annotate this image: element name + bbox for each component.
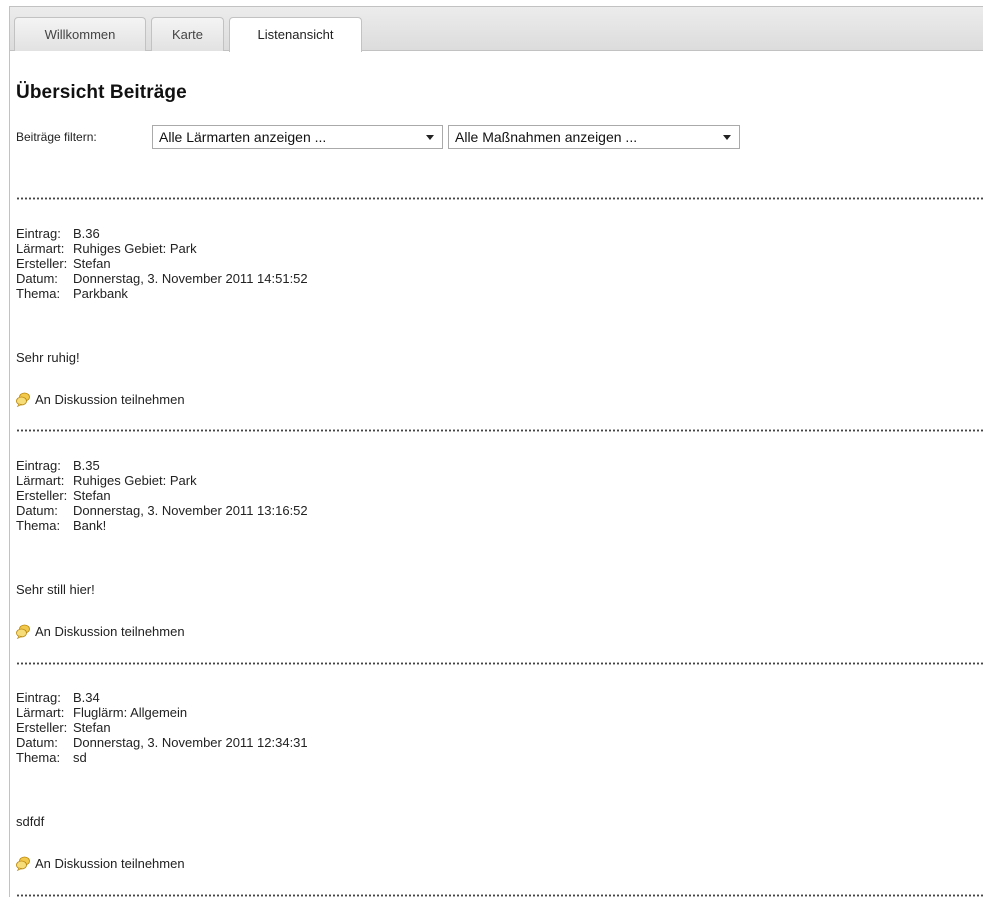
meta-row-date: Datum: Donnerstag, 3. November 2011 12:34… [16, 735, 308, 750]
meta-row-date: Datum: Donnerstag, 3. November 2011 14:51… [16, 271, 308, 286]
entry-noise: Fluglärm: Allgemein [73, 705, 188, 720]
entry-date: Donnerstag, 3. November 2011 13:16:52 [73, 503, 308, 518]
noise-type-select[interactable]: Alle Lärmarten anzeigen ... [152, 125, 443, 149]
entry-author: Stefan [73, 720, 111, 735]
entry-topic: sd [73, 750, 87, 765]
discuss-link[interactable]: An Diskussion teilnehmen [16, 624, 185, 640]
speech-bubbles-icon [16, 856, 30, 872]
meta-row-entry: Eintrag: B.34 [16, 690, 100, 705]
entry-id: B.36 [73, 226, 100, 241]
meta-row-author: Ersteller: Stefan [16, 488, 111, 503]
meta-row-noise: Lärmart: Ruhiges Gebiet: Park [16, 473, 197, 488]
tab-karte[interactable]: Karte [151, 17, 224, 51]
list-item: Eintrag: B.35 Lärmart: Ruhiges Gebiet: Par… [16, 458, 308, 640]
list-item: Eintrag: B.36 Lärmart: Ruhiges Gebiet: Par… [16, 226, 308, 408]
meta-row-entry: Eintrag: B.36 [16, 226, 100, 241]
discuss-link-label: An Diskussion teilnehmen [35, 624, 185, 639]
meta-row-entry: Eintrag: B.35 [16, 458, 100, 473]
entry-noise: Ruhiges Gebiet: Park [73, 241, 197, 256]
meta-row-author: Ersteller: Stefan [16, 256, 111, 271]
meta-row-topic: Thema: sd [16, 750, 87, 765]
entry-text: sdfdf [16, 814, 45, 829]
entry-text: Sehr ruhig! [16, 350, 80, 365]
chevron-down-icon [723, 135, 731, 140]
tab-bar: Willkommen Karte Listenansicht [10, 7, 983, 52]
discuss-link-label: An Diskussion teilnehmen [35, 856, 185, 871]
meta-row-noise: Lärmart: Fluglärm: Allgemein [16, 705, 188, 720]
meta-row-topic: Thema: Bank! [16, 518, 107, 533]
discuss-link[interactable]: An Diskussion teilnehmen [16, 856, 185, 872]
entry-id: B.34 [73, 690, 100, 705]
tab-willkommen[interactable]: Willkommen [14, 17, 146, 51]
entry-date: Donnerstag, 3. November 2011 14:51:52 [73, 271, 308, 286]
noise-type-select-value: Alle Lärmarten anzeigen ... [159, 129, 327, 145]
meta-row-date: Datum: Donnerstag, 3. November 2011 13:16… [16, 503, 308, 518]
discuss-link[interactable]: An Diskussion teilnehmen [16, 392, 185, 408]
entry-text: Sehr still hier! [16, 582, 95, 597]
separator [16, 429, 983, 432]
entry-author: Stefan [73, 488, 111, 503]
speech-bubbles-icon [16, 392, 30, 408]
chevron-down-icon [426, 135, 434, 140]
entry-topic: Bank! [73, 518, 107, 533]
speech-bubbles-icon [16, 624, 30, 640]
discuss-link-label: An Diskussion teilnehmen [35, 392, 185, 407]
entry-date: Donnerstag, 3. November 2011 12:34:31 [73, 735, 308, 750]
separator [16, 662, 983, 665]
page-title: Übersicht Beiträge [16, 82, 187, 103]
tab-listenansicht[interactable]: Listenansicht [229, 17, 362, 52]
entry-noise: Ruhiges Gebiet: Park [73, 473, 197, 488]
measures-select-value: Alle Maßnahmen anzeigen ... [455, 129, 638, 145]
meta-row-author: Ersteller: Stefan [16, 720, 111, 735]
entry-author: Stefan [73, 256, 111, 271]
entry-id: B.35 [73, 458, 100, 473]
meta-row-noise: Lärmart: Ruhiges Gebiet: Park [16, 241, 197, 256]
list-item: Eintrag: B.34 Lärmart: Fluglärm: Allgemein… [16, 690, 308, 872]
filter-label: Beiträge filtern: [16, 130, 97, 144]
measures-select[interactable]: Alle Maßnahmen anzeigen ... [448, 125, 740, 149]
meta-row-topic: Thema: Parkbank [16, 286, 128, 301]
entry-topic: Parkbank [73, 286, 128, 301]
separator [16, 197, 983, 200]
